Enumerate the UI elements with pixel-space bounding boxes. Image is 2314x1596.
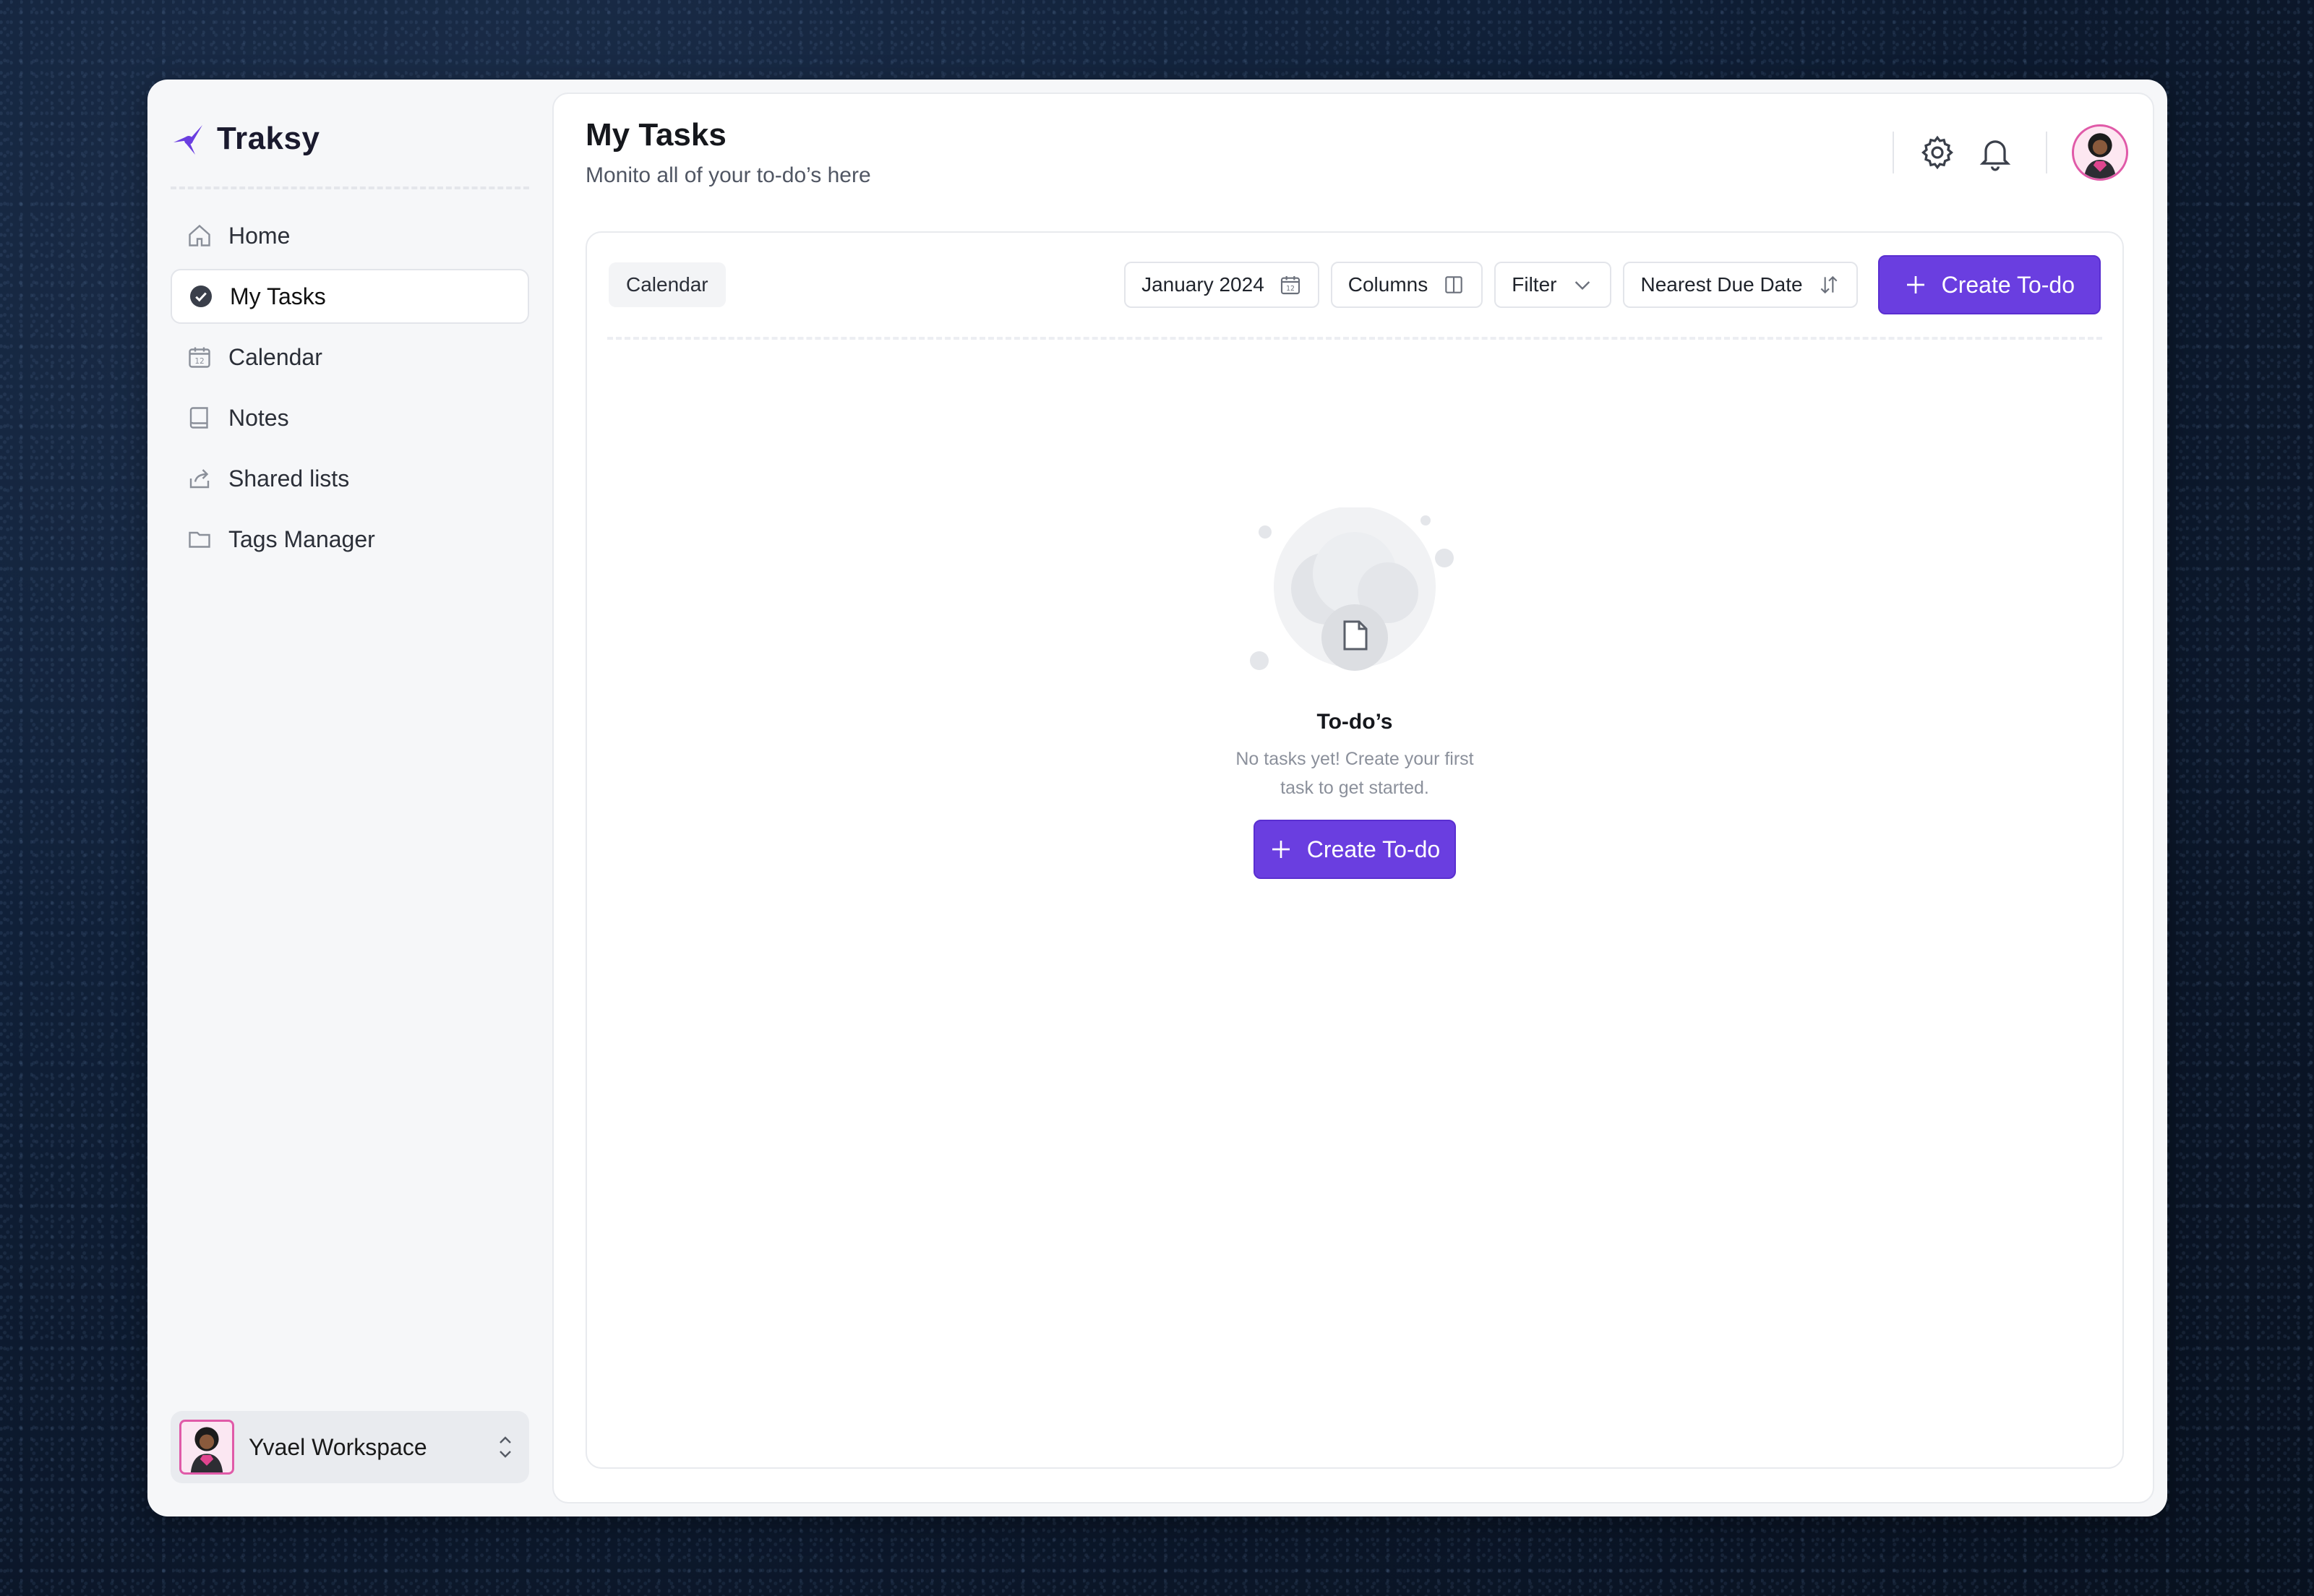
tasks-toolbar: Calendar January 2024 12 Columns Filter …	[609, 255, 2101, 314]
sidebar-item-calendar[interactable]: 12 Calendar	[171, 330, 529, 385]
gear-icon[interactable]	[1919, 134, 1956, 171]
header-divider	[2046, 132, 2047, 173]
chevron-up-down-icon	[500, 1436, 511, 1458]
plus-icon	[1906, 276, 1924, 293]
create-todo-button[interactable]: Create To-do	[1877, 255, 2101, 314]
sidebar-item-label: Shared lists	[228, 465, 350, 492]
folder-icon	[189, 531, 210, 548]
date-label: January 2024	[1141, 273, 1264, 296]
app-name: Traksy	[217, 121, 320, 156]
bell-icon[interactable]	[1976, 134, 2014, 171]
empty-state: To-do’s No tasks yet! Create your first …	[587, 507, 2122, 879]
workspace-avatar	[179, 1420, 234, 1475]
sidebar: Traksy Home My Tasks 12 Calendar Notes S…	[147, 80, 552, 1516]
sidebar-item-label: Notes	[228, 404, 289, 431]
columns-button[interactable]: Columns	[1330, 262, 1483, 308]
empty-state-text: No tasks yet! Create your first task to …	[1235, 749, 1474, 798]
chevron-down-icon	[1575, 281, 1590, 291]
workspace-name: Yvael Workspace	[249, 1433, 427, 1460]
page-title: My Tasks	[586, 117, 727, 153]
sidebar-divider	[171, 186, 529, 189]
filter-button[interactable]: Filter	[1494, 262, 1612, 308]
tasks-panel: Calendar January 2024 12 Columns Filter …	[586, 231, 2124, 1469]
header-divider	[1893, 132, 1894, 173]
toolbar-divider	[607, 337, 2102, 340]
empty-cloud-document-icon	[1250, 507, 1454, 671]
columns-label: Columns	[1347, 273, 1428, 296]
empty-create-todo-button[interactable]: Create To-do	[1253, 820, 1457, 879]
empty-create-todo-label: Create To-do	[1306, 836, 1441, 862]
sidebar-item-label: Calendar	[228, 343, 322, 370]
date-picker-button[interactable]: January 2024 12	[1124, 262, 1319, 308]
plus-icon	[1272, 841, 1290, 858]
calendar-icon: 12	[189, 347, 210, 368]
sort-button[interactable]: Nearest Due Date	[1623, 262, 1858, 308]
person-avatar-icon	[190, 1427, 223, 1472]
create-todo-label: Create To-do	[1941, 271, 2075, 298]
main-content: My Tasks Monito all of your to-do’s here	[552, 93, 2154, 1503]
header-actions	[1893, 124, 2128, 181]
sort-label: Nearest Due Date	[1640, 273, 1803, 296]
app-logo[interactable]: Traksy	[171, 116, 529, 162]
sidebar-item-label: Home	[228, 222, 291, 249]
workspace-switcher[interactable]: Yvael Workspace	[171, 1411, 529, 1483]
sort-icon	[1820, 275, 1838, 294]
home-icon	[189, 224, 210, 246]
filter-label: Filter	[1512, 273, 1557, 296]
sidebar-item-home[interactable]: Home	[171, 208, 529, 263]
user-avatar[interactable]	[2072, 124, 2128, 181]
app-window: Traksy Home My Tasks 12 Calendar Notes S…	[147, 80, 2167, 1516]
share-icon	[189, 469, 210, 489]
columns-icon	[1445, 276, 1462, 293]
sidebar-item-shared-lists[interactable]: Shared lists	[171, 451, 529, 506]
page-header: My Tasks Monito all of your to-do’s here	[586, 117, 871, 188]
person-avatar-icon	[2083, 133, 2117, 179]
notebook-icon	[189, 407, 208, 429]
sidebar-item-notes[interactable]: Notes	[171, 390, 529, 445]
calendar-icon: 12	[1280, 276, 1300, 295]
traksy-logo-icon	[173, 125, 202, 155]
sidebar-item-my-tasks[interactable]: My Tasks	[171, 269, 529, 324]
svg-text:12: 12	[1286, 285, 1295, 293]
sidebar-item-tags-manager[interactable]: Tags Manager	[171, 512, 529, 567]
sidebar-item-label: My Tasks	[230, 283, 326, 309]
empty-state-title: To-do’s	[1316, 710, 1393, 734]
sidebar-item-label: Tags Manager	[228, 525, 375, 552]
page-subtitle: Monito all of your to-do’s here	[586, 163, 871, 187]
svg-text:12: 12	[194, 357, 204, 366]
check-circle-icon	[190, 286, 212, 307]
view-tag-calendar[interactable]: Calendar	[609, 262, 726, 307]
